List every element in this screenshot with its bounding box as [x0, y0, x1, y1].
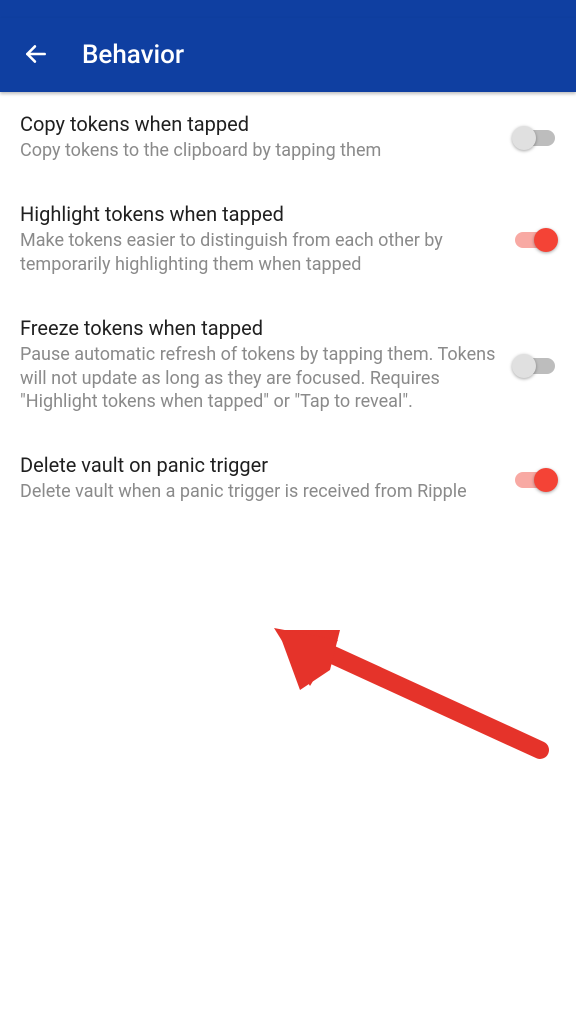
setting-text: Delete vault on panic trigger Delete vau… [20, 453, 512, 503]
switch-thumb [512, 354, 536, 378]
toggle-highlight-tokens[interactable] [512, 225, 558, 253]
toggle-freeze-tokens[interactable] [512, 351, 558, 379]
setting-text: Highlight tokens when tapped Make tokens… [20, 202, 512, 276]
setting-copy-tokens[interactable]: Copy tokens when tapped Copy tokens to t… [0, 92, 576, 182]
toggle-delete-vault-panic[interactable] [512, 465, 558, 493]
setting-description: Make tokens easier to distinguish from e… [20, 229, 496, 276]
setting-title: Delete vault on panic trigger [20, 453, 496, 478]
setting-highlight-tokens[interactable]: Highlight tokens when tapped Make tokens… [0, 182, 576, 296]
setting-delete-vault-panic[interactable]: Delete vault on panic trigger Delete vau… [0, 433, 576, 523]
back-button[interactable] [14, 33, 58, 77]
setting-title: Copy tokens when tapped [20, 112, 496, 137]
annotation-arrow-icon [260, 600, 560, 780]
arrow-back-icon [23, 41, 49, 70]
switch-thumb [534, 228, 558, 252]
switch-thumb [512, 126, 536, 150]
settings-list: Copy tokens when tapped Copy tokens to t… [0, 92, 576, 524]
setting-description: Pause automatic refresh of tokens by tap… [20, 343, 496, 413]
page-title: Behavior [82, 40, 184, 70]
setting-description: Delete vault when a panic trigger is rec… [20, 480, 496, 503]
toggle-copy-tokens[interactable] [512, 123, 558, 151]
setting-text: Copy tokens when tapped Copy tokens to t… [20, 112, 512, 162]
app-bar: Behavior [0, 18, 576, 92]
status-bar [0, 0, 576, 18]
setting-freeze-tokens[interactable]: Freeze tokens when tapped Pause automati… [0, 296, 576, 433]
setting-title: Highlight tokens when tapped [20, 202, 496, 227]
setting-description: Copy tokens to the clipboard by tapping … [20, 139, 496, 162]
switch-thumb [534, 468, 558, 492]
setting-title: Freeze tokens when tapped [20, 316, 496, 341]
setting-text: Freeze tokens when tapped Pause automati… [20, 316, 512, 413]
